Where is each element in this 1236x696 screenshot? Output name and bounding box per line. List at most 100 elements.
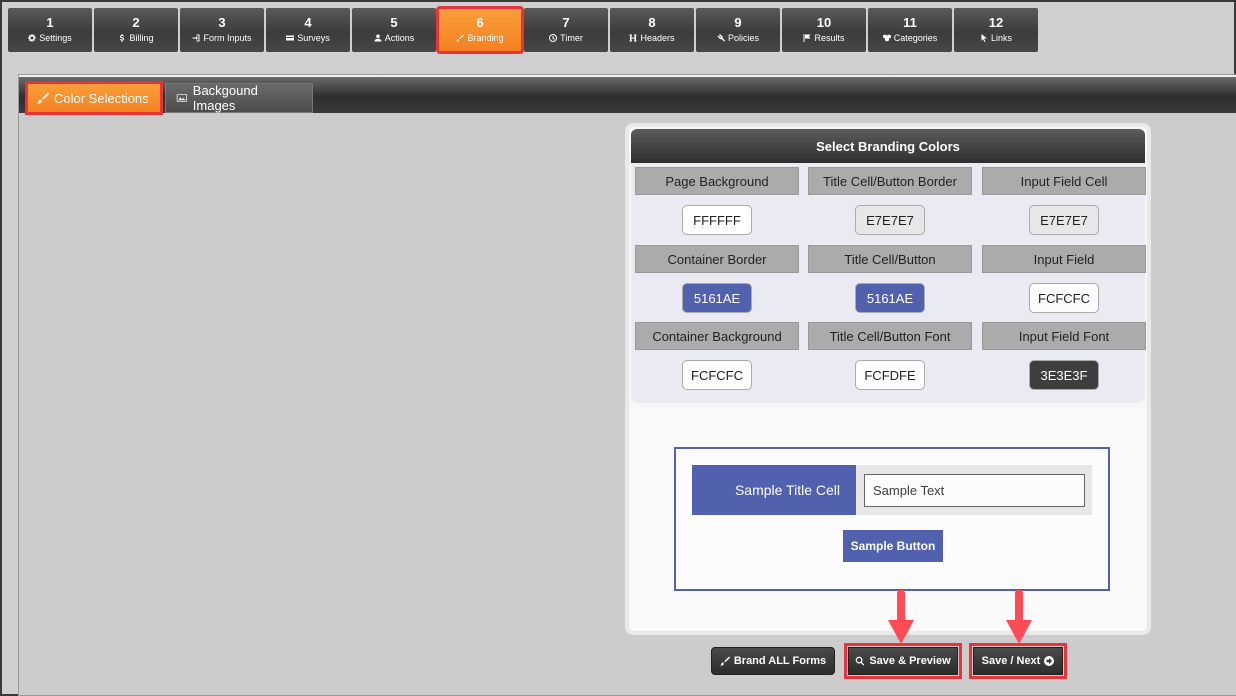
step-number: 5: [390, 15, 398, 30]
step-label: Billing: [118, 32, 154, 44]
step-label: Form Inputs: [192, 32, 252, 44]
branding-panel: Select Branding Colors Page Background FF…: [625, 123, 1151, 635]
color-swatch-title-cell-button[interactable]: 5161AE: [855, 283, 925, 313]
step-label-text: Categories: [893, 33, 938, 43]
step-number: 6: [476, 15, 484, 30]
card-icon: [286, 35, 295, 41]
brush-icon: [456, 34, 465, 42]
step-number: 9: [734, 15, 742, 30]
step-label: Surveys: [286, 32, 330, 44]
step-number: 7: [562, 15, 570, 30]
gavel-icon: [717, 34, 725, 42]
color-swatch-page-background[interactable]: FFFFFF: [682, 205, 752, 235]
color-label-input-field-font: Input Field Font: [982, 322, 1146, 350]
brand-all-forms-label: Brand ALL Forms: [733, 655, 827, 667]
step-label: Timer: [549, 32, 583, 44]
arrow-down-icon: [1006, 590, 1032, 644]
cubes-icon: [882, 34, 891, 42]
gear-icon: [28, 34, 37, 42]
brush-icon: [719, 656, 730, 666]
color-swatch-container-border[interactable]: 5161AE: [682, 283, 752, 313]
color-swatch-title-cell-button-border[interactable]: E7E7E7: [855, 205, 925, 235]
step-tab-timer[interactable]: 7 Timer: [524, 8, 608, 52]
step-label: Headers: [629, 32, 675, 44]
image-icon: [176, 94, 188, 102]
step-label: Actions: [374, 32, 415, 44]
step-label-text: Branding: [467, 33, 504, 43]
step-number: 4: [304, 15, 312, 30]
step-tab-surveys[interactable]: 4 Surveys: [266, 8, 350, 52]
step-number: 8: [648, 15, 656, 30]
step-tab-form-inputs[interactable]: 3 Form Inputs: [180, 8, 264, 52]
step-label-text: Timer: [560, 33, 583, 43]
step-label: Categories: [882, 32, 938, 44]
step-label-text: Policies: [727, 33, 759, 43]
brush-icon: [37, 92, 49, 104]
step-label: Results: [803, 32, 845, 44]
user-icon: [374, 34, 382, 42]
step-tab-links[interactable]: 12 Links: [954, 8, 1038, 52]
step-number: 11: [903, 15, 917, 30]
step-number: 2: [132, 15, 140, 30]
header-icon: [629, 34, 637, 42]
step-number: 10: [816, 15, 832, 30]
color-label-title-cell-button-border: Title Cell/Button Border: [808, 167, 972, 195]
step-label: Settings: [28, 32, 72, 44]
step-number: 3: [218, 15, 226, 30]
dollar-icon: [120, 34, 125, 42]
tab-color-selections-label: Color Selections: [54, 90, 149, 106]
save-preview-label: Save & Preview: [869, 655, 951, 667]
clock-icon: [549, 34, 558, 42]
step-label: Links: [980, 32, 1012, 44]
tab-color-selections[interactable]: Color Selections: [25, 81, 163, 115]
color-swatch-input-field-font[interactable]: 3E3E3F: [1029, 360, 1099, 390]
color-swatch-input-field-cell[interactable]: E7E7E7: [1029, 205, 1099, 235]
step-tab-headers[interactable]: 8 Headers: [610, 8, 694, 52]
step-tab-billing[interactable]: 2 Billing: [94, 8, 178, 52]
sample-text-input[interactable]: [864, 474, 1085, 507]
step-tab-categories[interactable]: 11 Categories: [868, 8, 952, 52]
step-label-text: Surveys: [297, 33, 330, 43]
step-label-text: Results: [814, 33, 845, 43]
brand-all-forms-button[interactable]: Brand ALL Forms: [711, 647, 835, 675]
step-label: Policies: [717, 32, 759, 44]
step-label-text: Links: [990, 33, 1012, 43]
step-label-text: Actions: [384, 33, 415, 43]
step-label: Branding: [456, 32, 504, 44]
sample-title-cell: Sample Title Cell: [692, 465, 856, 515]
search-icon: [856, 656, 865, 666]
content-area: Color Selections Backgound Images Select…: [18, 74, 1236, 696]
save-next-label: Save / Next: [981, 655, 1041, 667]
save-next-button[interactable]: Save / Next: [969, 643, 1067, 679]
step-label-text: Billing: [129, 33, 154, 43]
sample-button[interactable]: Sample Button: [843, 530, 943, 562]
sample-container: Sample Title Cell Sample Button: [674, 447, 1110, 591]
step-label-text: Headers: [640, 33, 675, 43]
tab-background-images[interactable]: Backgound Images: [165, 83, 313, 113]
step-tabs: 1 Settings 2 Billing 3 Form Inputs 4 Surveys 5 Ac…: [8, 6, 1038, 54]
color-label-page-background: Page Background: [635, 167, 799, 195]
color-label-container-border: Container Border: [635, 245, 799, 273]
color-label-container-background: Container Background: [635, 322, 799, 350]
pointer-icon: [981, 34, 987, 42]
step-tab-policies[interactable]: 9 Policies: [696, 8, 780, 52]
save-preview-button[interactable]: Save & Preview: [844, 643, 962, 679]
sample-row: Sample Title Cell: [692, 465, 1092, 515]
step-tab-branding[interactable]: 6 Branding: [436, 6, 524, 54]
step-number: 1: [46, 15, 54, 30]
color-swatch-input-field[interactable]: FCFCFC: [1029, 283, 1099, 313]
panel-title: Select Branding Colors: [631, 129, 1145, 163]
color-label-input-field-cell: Input Field Cell: [982, 167, 1146, 195]
arrow-circle-right-icon: [1044, 656, 1055, 666]
app-frame: 1 Settings 2 Billing 3 Form Inputs 4 Surveys 5 Ac…: [0, 0, 1236, 696]
step-label-text: Form Inputs: [203, 33, 252, 43]
color-label-title-cell-button-font: Title Cell/Button Font: [808, 322, 972, 350]
step-tab-results[interactable]: 10 Results: [782, 8, 866, 52]
flag-icon: [803, 34, 811, 42]
step-tab-settings[interactable]: 1 Settings: [8, 8, 92, 52]
color-grid: Page Background FFFFFF Title Cell/Button B…: [631, 163, 1146, 403]
color-swatch-title-cell-button-font[interactable]: FCFDFE: [855, 360, 925, 390]
step-tab-actions[interactable]: 5 Actions: [352, 8, 436, 52]
tab-background-images-label: Backgound Images: [192, 83, 258, 113]
color-swatch-container-background[interactable]: FCFCFC: [682, 360, 752, 390]
